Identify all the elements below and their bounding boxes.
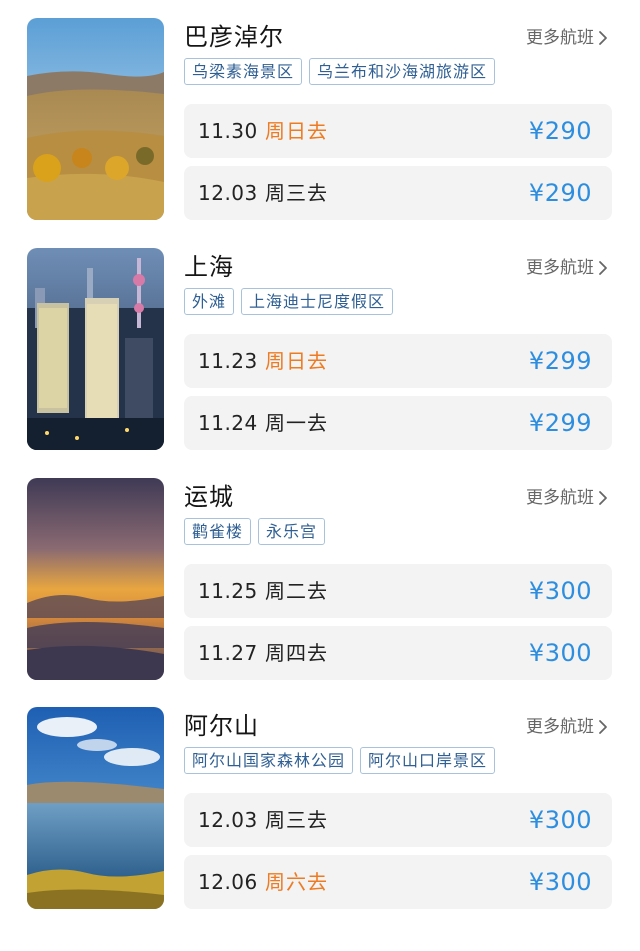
destination-card-shanghai[interactable]: 上海 更多航班 外滩 上海迪士尼度假区 11.23 周日去 ¥299 11.24… bbox=[0, 248, 640, 454]
flight-weekday: 周三去 bbox=[265, 808, 328, 832]
flight-date: 12.06 bbox=[198, 870, 258, 894]
more-flights-link[interactable]: 更多航班 bbox=[526, 486, 608, 510]
attraction-tags: 外滩 上海迪士尼度假区 bbox=[184, 288, 394, 315]
more-flights-label: 更多航班 bbox=[526, 488, 594, 508]
flight-price: ¥299 bbox=[528, 347, 592, 375]
flight-option[interactable]: 12.06 周六去 ¥300 bbox=[184, 855, 612, 909]
destination-photo-grassland[interactable] bbox=[27, 18, 164, 220]
attraction-tag[interactable]: 乌兰布和沙海湖旅游区 bbox=[309, 58, 496, 85]
destination-list: 巴彦淖尔 更多航班 乌梁素海景区 乌兰布和沙海湖旅游区 11.30 周日去 ¥2… bbox=[0, 0, 640, 951]
flight-price: ¥300 bbox=[528, 639, 592, 667]
destination-photo-sunset[interactable] bbox=[27, 478, 164, 680]
flight-date: 11.27 bbox=[198, 641, 258, 665]
destination-photo-lake[interactable] bbox=[27, 707, 164, 909]
attraction-tag[interactable]: 阿尔山国家森林公园 bbox=[184, 747, 354, 774]
flight-weekday: 周日去 bbox=[265, 349, 328, 373]
more-flights-link[interactable]: 更多航班 bbox=[526, 715, 608, 739]
city-name: 阿尔山 bbox=[184, 712, 259, 740]
flight-option[interactable]: 12.03 周三去 ¥290 bbox=[184, 166, 612, 220]
destination-card-bayannur[interactable]: 巴彦淖尔 更多航班 乌梁素海景区 乌兰布和沙海湖旅游区 11.30 周日去 ¥2… bbox=[0, 18, 640, 224]
flight-date: 11.25 bbox=[198, 579, 258, 603]
flight-price: ¥300 bbox=[528, 806, 592, 834]
flight-option[interactable]: 11.27 周四去 ¥300 bbox=[184, 626, 612, 680]
flight-weekday: 周一去 bbox=[265, 411, 328, 435]
chevron-right-icon bbox=[598, 719, 608, 735]
city-name: 上海 bbox=[184, 253, 234, 281]
attraction-tag[interactable]: 阿尔山口岸景区 bbox=[360, 747, 496, 774]
attraction-tag[interactable]: 永乐宫 bbox=[258, 518, 326, 545]
attraction-tags: 鹳雀楼 永乐宫 bbox=[184, 518, 326, 545]
city-name: 运城 bbox=[184, 483, 234, 511]
flight-option[interactable]: 12.03 周三去 ¥300 bbox=[184, 793, 612, 847]
destination-photo-skyline[interactable] bbox=[27, 248, 164, 450]
flight-date: 11.24 bbox=[198, 411, 258, 435]
flight-option[interactable]: 11.30 周日去 ¥290 bbox=[184, 104, 612, 158]
flight-date: 11.23 bbox=[198, 349, 258, 373]
destination-card-yuncheng[interactable]: 运城 更多航班 鹳雀楼 永乐宫 11.25 周二去 ¥300 11.27 周四去… bbox=[0, 478, 640, 684]
flight-date: 11.30 bbox=[198, 119, 258, 143]
city-name: 巴彦淖尔 bbox=[184, 23, 284, 51]
more-flights-label: 更多航班 bbox=[526, 28, 594, 48]
chevron-right-icon bbox=[598, 30, 608, 46]
more-flights-label: 更多航班 bbox=[526, 258, 594, 278]
flight-weekday: 周日去 bbox=[265, 119, 328, 143]
chevron-right-icon bbox=[598, 490, 608, 506]
more-flights-label: 更多航班 bbox=[526, 717, 594, 737]
attraction-tag[interactable]: 上海迪士尼度假区 bbox=[241, 288, 394, 315]
flight-weekday: 周六去 bbox=[265, 870, 328, 894]
attraction-tags: 阿尔山国家森林公园 阿尔山口岸景区 bbox=[184, 747, 496, 774]
flight-date: 12.03 bbox=[198, 808, 258, 832]
flight-date: 12.03 bbox=[198, 181, 258, 205]
more-flights-link[interactable]: 更多航班 bbox=[526, 256, 608, 280]
flight-price: ¥300 bbox=[528, 577, 592, 605]
flight-weekday: 周三去 bbox=[265, 181, 328, 205]
attraction-tag[interactable]: 鹳雀楼 bbox=[184, 518, 252, 545]
flight-option[interactable]: 11.24 周一去 ¥299 bbox=[184, 396, 612, 450]
flight-weekday: 周二去 bbox=[265, 579, 328, 603]
flight-price: ¥300 bbox=[528, 868, 592, 896]
flight-price: ¥299 bbox=[528, 409, 592, 437]
chevron-right-icon bbox=[598, 260, 608, 276]
attraction-tag[interactable]: 乌梁素海景区 bbox=[184, 58, 303, 85]
flight-option[interactable]: 11.25 周二去 ¥300 bbox=[184, 564, 612, 618]
flight-price: ¥290 bbox=[528, 117, 592, 145]
attraction-tag[interactable]: 外滩 bbox=[184, 288, 235, 315]
destination-card-arxan[interactable]: 阿尔山 更多航班 阿尔山国家森林公园 阿尔山口岸景区 12.03 周三去 ¥30… bbox=[0, 707, 640, 913]
attraction-tags: 乌梁素海景区 乌兰布和沙海湖旅游区 bbox=[184, 58, 496, 85]
more-flights-link[interactable]: 更多航班 bbox=[526, 26, 608, 50]
flight-option[interactable]: 11.23 周日去 ¥299 bbox=[184, 334, 612, 388]
flight-price: ¥290 bbox=[528, 179, 592, 207]
flight-weekday: 周四去 bbox=[265, 641, 328, 665]
